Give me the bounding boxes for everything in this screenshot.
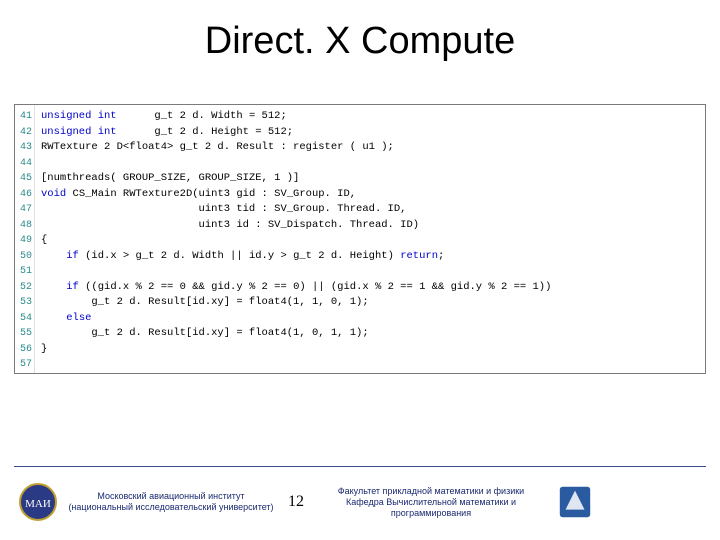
code-line: g_t 2 d. Result[id.xy] = float4(1, 0, 1,… xyxy=(41,326,699,342)
code-content: unsigned int g_t 2 d. Width = 512;unsign… xyxy=(35,105,705,373)
code-line: uint3 tid : SV_Group. Thread. ID, xyxy=(41,202,699,218)
code-line xyxy=(41,357,699,373)
mai-logo-icon: МАИ xyxy=(18,482,58,522)
faculty-logo-icon xyxy=(556,483,594,521)
code-block: 41 42 43 44 45 46 47 48 49 50 51 52 53 5… xyxy=(14,104,706,374)
code-line: unsigned int g_t 2 d. Height = 512; xyxy=(41,125,699,141)
slide: Direct. X Compute 41 42 43 44 45 46 47 4… xyxy=(0,0,720,540)
line-number: 54 xyxy=(15,311,34,327)
line-number: 43 xyxy=(15,140,34,156)
code-line: } xyxy=(41,342,699,358)
footer: МАИ Московский авиационный институт (нац… xyxy=(0,472,720,532)
code-line xyxy=(41,264,699,280)
code-line xyxy=(41,156,699,172)
code-line: unsigned int g_t 2 d. Width = 512; xyxy=(41,109,699,125)
line-number-gutter: 41 42 43 44 45 46 47 48 49 50 51 52 53 5… xyxy=(15,105,35,373)
line-number: 52 xyxy=(15,280,34,296)
footer-divider xyxy=(14,466,706,467)
svg-text:МАИ: МАИ xyxy=(25,498,51,510)
code-line: g_t 2 d. Result[id.xy] = float4(1, 1, 0,… xyxy=(41,295,699,311)
line-number: 41 xyxy=(15,109,34,125)
line-number: 42 xyxy=(15,125,34,141)
code-line: RWTexture 2 D<float4> g_t 2 d. Result : … xyxy=(41,140,699,156)
code-line: else xyxy=(41,311,699,327)
code-line: [numthreads( GROUP_SIZE, GROUP_SIZE, 1 )… xyxy=(41,171,699,187)
footer-right-text: Факультет прикладной математики и физики… xyxy=(316,486,546,519)
code-line: uint3 id : SV_Dispatch. Thread. ID) xyxy=(41,218,699,234)
slide-title: Direct. X Compute xyxy=(0,0,720,63)
line-number: 47 xyxy=(15,202,34,218)
line-number: 48 xyxy=(15,218,34,234)
code-line: if (id.x > g_t 2 d. Width || id.y > g_t … xyxy=(41,249,699,265)
page-number: 12 xyxy=(288,493,304,511)
line-number: 56 xyxy=(15,342,34,358)
line-number: 44 xyxy=(15,156,34,172)
line-number: 55 xyxy=(15,326,34,342)
line-number: 50 xyxy=(15,249,34,265)
line-number: 49 xyxy=(15,233,34,249)
line-number: 53 xyxy=(15,295,34,311)
code-line: if ((gid.x % 2 == 0 && gid.y % 2 == 0) |… xyxy=(41,280,699,296)
footer-left-text: Московский авиационный институт (национа… xyxy=(66,491,276,513)
code-line: void CS_Main RWTexture2D(uint3 gid : SV_… xyxy=(41,187,699,203)
line-number: 51 xyxy=(15,264,34,280)
line-number: 57 xyxy=(15,357,34,373)
line-number: 46 xyxy=(15,187,34,203)
code-line: { xyxy=(41,233,699,249)
line-number: 45 xyxy=(15,171,34,187)
